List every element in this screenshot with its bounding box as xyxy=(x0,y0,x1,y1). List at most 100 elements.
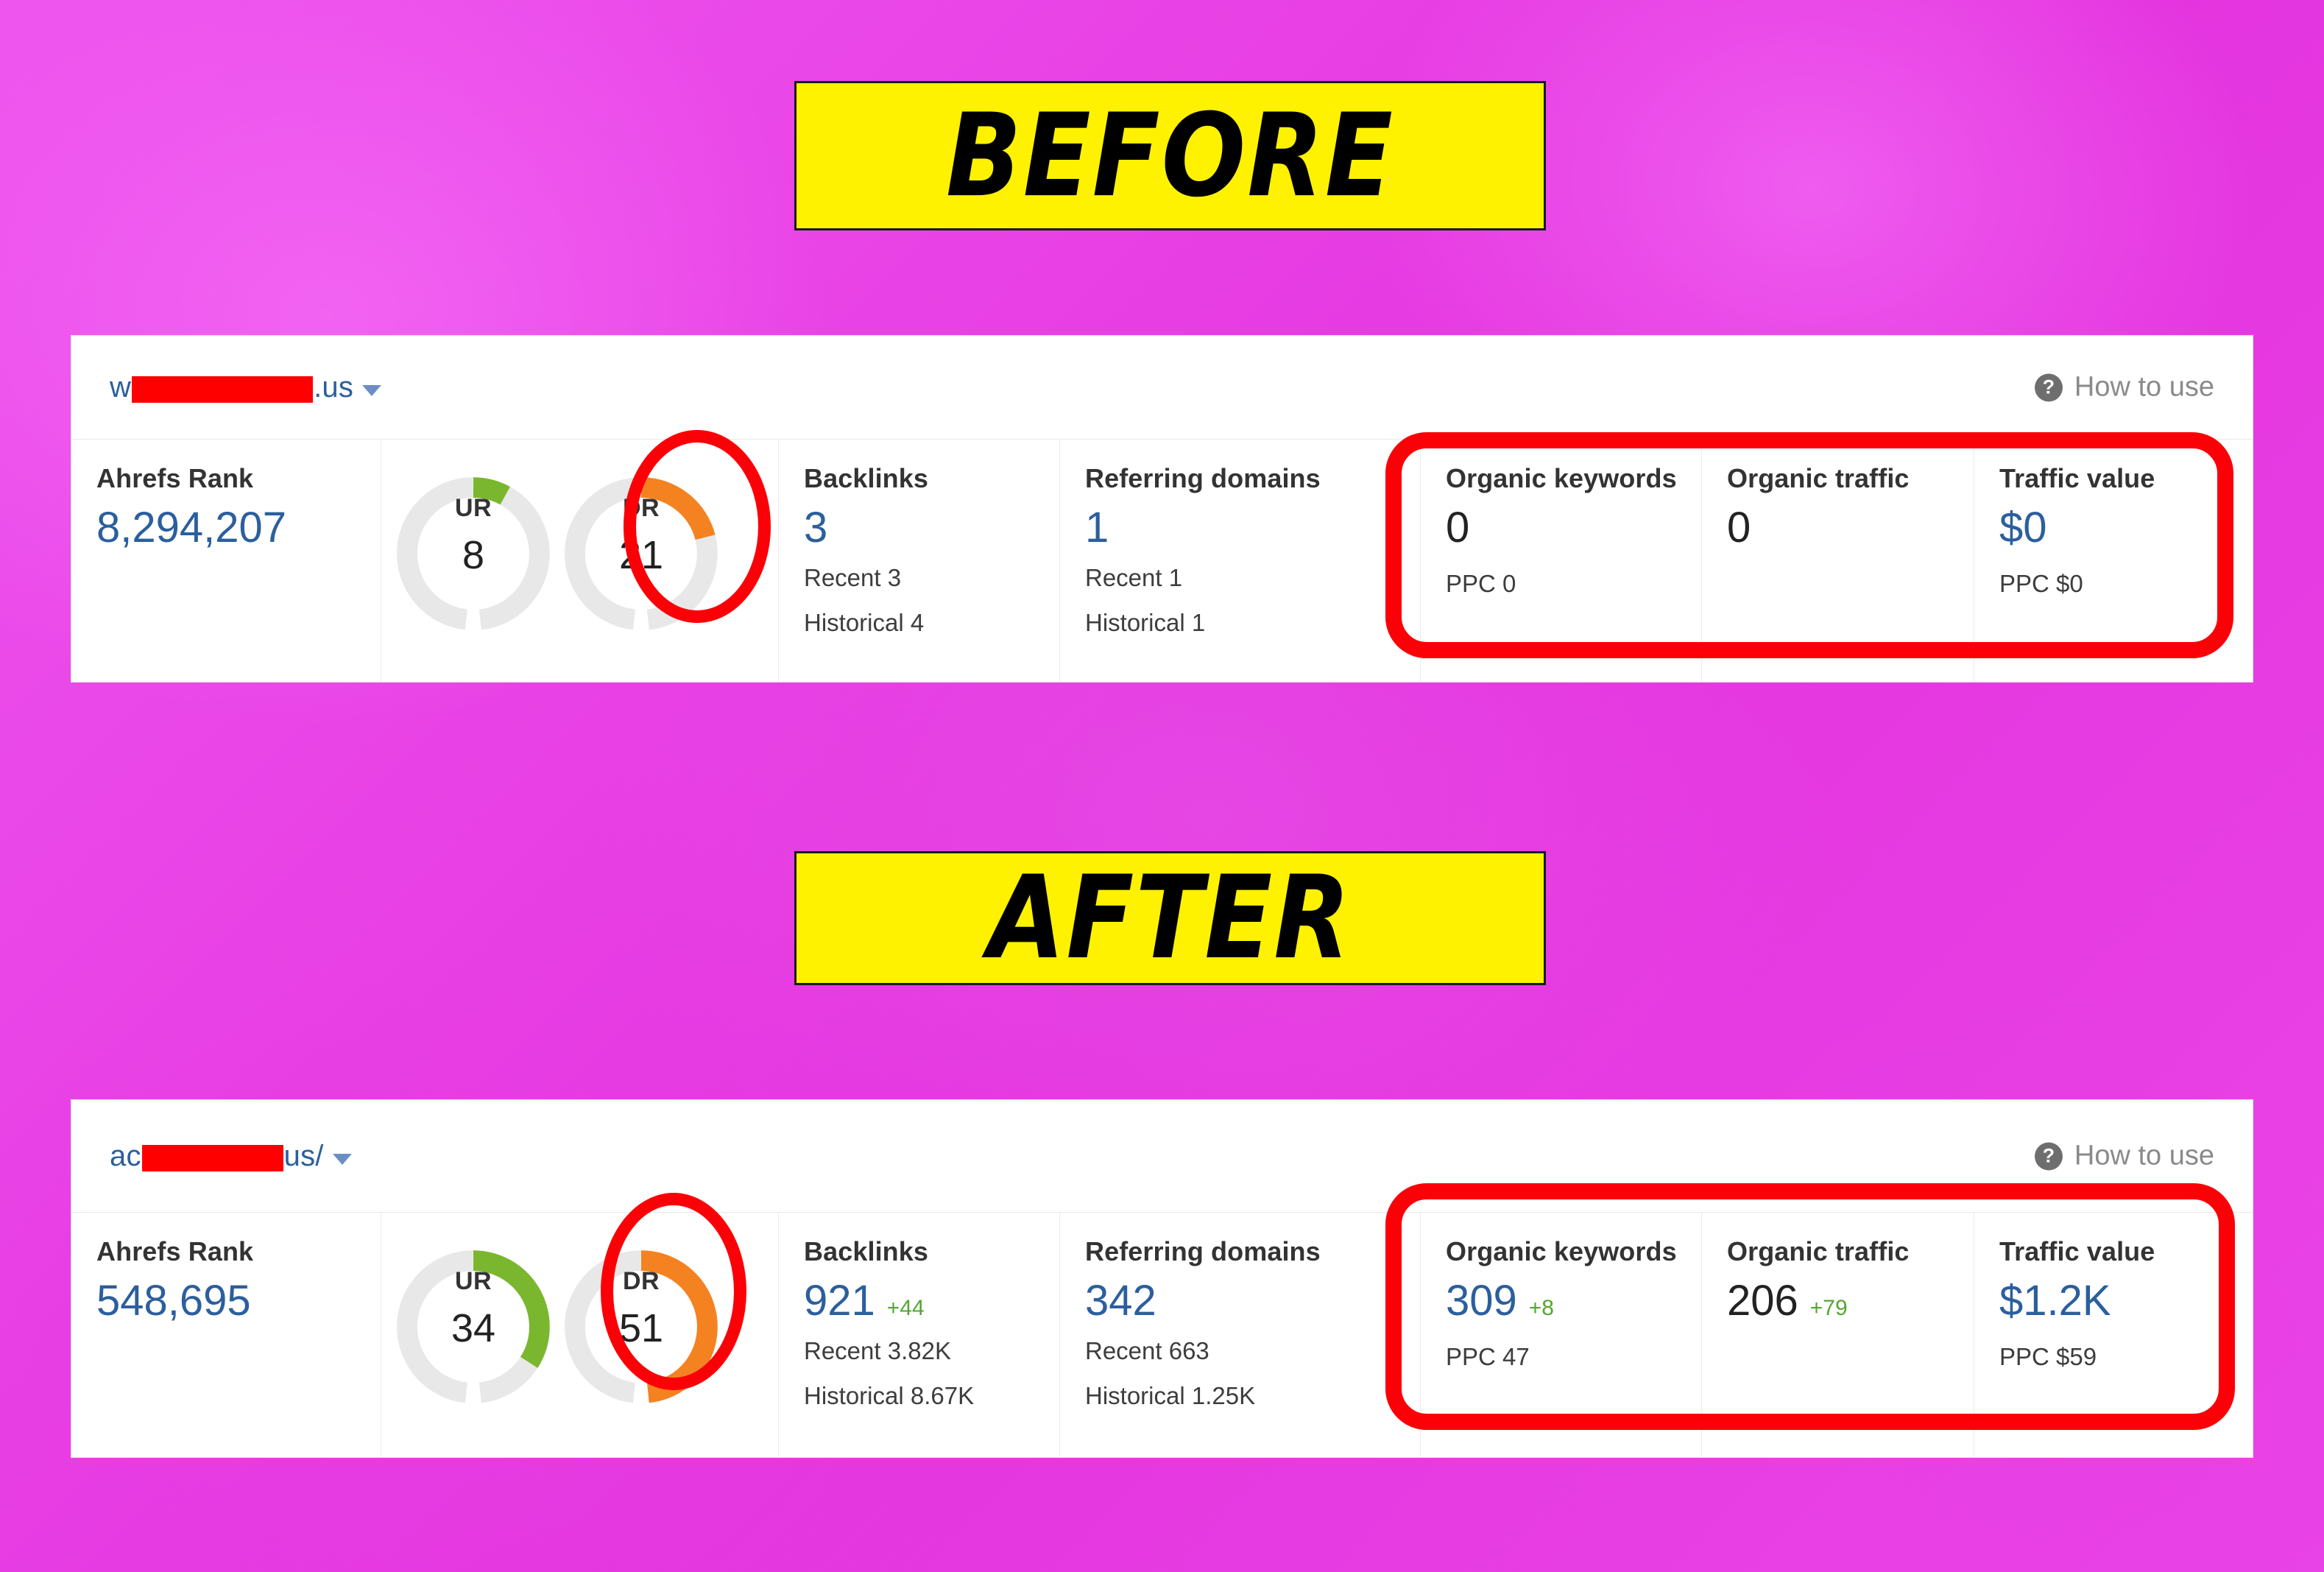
ur-value: 34 xyxy=(451,1306,496,1350)
metric-value-row: 1 xyxy=(1085,504,1420,551)
metric-value: 548,695 xyxy=(96,1277,251,1325)
metric-label: Organic keywords xyxy=(1446,463,1677,493)
before-banner-label: BEFORE xyxy=(946,88,1394,223)
metric-label: Organic traffic xyxy=(1727,463,1910,493)
metric-label: Organic traffic xyxy=(1727,1236,1910,1266)
metric-ppc: PPC $59 xyxy=(1999,1342,2097,1370)
how-to-use-link-before[interactable]: ? How to use xyxy=(2034,371,2214,403)
metric-label: Organic keywords xyxy=(1446,1236,1677,1266)
metric-value-row: 921 +44 xyxy=(804,1277,1059,1325)
metric-value-row: $0 xyxy=(1999,504,2252,551)
domain-suffix: us/ xyxy=(283,1139,324,1172)
metric-traffic-value-before: Traffic value $0 PPC $0 xyxy=(1974,440,2252,682)
metric-ahrefs-rank-before: Ahrefs Rank 8,294,207 xyxy=(71,440,381,682)
after-banner-label: AFTER xyxy=(988,851,1352,985)
metric-recent: Recent 1 xyxy=(1085,563,1183,591)
ur-label: UR xyxy=(454,494,492,522)
dr-label: DR xyxy=(622,1267,660,1295)
domain-suffix: .us xyxy=(314,370,354,403)
metric-historical: Historical 4 xyxy=(804,608,925,636)
metric-label: Backlinks xyxy=(804,1236,928,1266)
ur-label: UR xyxy=(454,1267,492,1295)
chevron-down-icon[interactable] xyxy=(362,384,382,396)
metric-value-row: $1.2K xyxy=(1999,1277,2252,1325)
card-header-after: ac us/ ? How to use xyxy=(71,1100,2253,1212)
metric-label: Ahrefs Rank xyxy=(96,463,254,493)
how-to-use-label: How to use xyxy=(2074,371,2214,403)
dr-label: DR xyxy=(622,494,660,522)
metric-value: 206 xyxy=(1727,1277,1798,1325)
question-mark-icon: ? xyxy=(2034,1142,2063,1170)
metric-recent: Recent 3 xyxy=(804,563,902,591)
metric-value-row: 309 +8 xyxy=(1446,1277,1701,1325)
ur-gauge-after: UR 34 xyxy=(395,1248,552,1406)
ahrefs-overview-card-before: w .us ? How to use Ahrefs Rank 8,294,207 xyxy=(71,335,2253,683)
before-banner: BEFORE xyxy=(794,81,1546,230)
gauge-group: UR 8 DR 21 xyxy=(381,463,778,632)
metric-value: 3 xyxy=(804,504,828,551)
metric-value: 309 xyxy=(1446,1277,1517,1325)
metric-label: Ahrefs Rank xyxy=(96,1236,254,1266)
dr-value: 51 xyxy=(618,1306,664,1350)
domain-selector-before[interactable]: w .us xyxy=(110,370,382,404)
metric-organic-keywords-after: Organic keywords 309 +8 PPC 47 xyxy=(1420,1213,1701,1458)
metric-delta: +79 xyxy=(1809,1296,1848,1320)
domain-prefix: w xyxy=(110,370,132,403)
metric-value: $0 xyxy=(1999,504,2047,551)
metric-value: 342 xyxy=(1085,1277,1156,1325)
metric-ppc: PPC 47 xyxy=(1446,1342,1530,1370)
comparison-stage: BEFORE w .us ? How to use Ahrefs Rank 8,… xyxy=(0,0,2324,1572)
metric-label: Backlinks xyxy=(804,463,928,493)
metric-referring-domains-before: Referring domains 1 Recent 1 Historical … xyxy=(1059,440,1420,682)
dr-gauge-before: DR 21 xyxy=(562,475,720,632)
metric-value: 1 xyxy=(1085,504,1109,551)
dr-value: 21 xyxy=(618,533,664,577)
metric-label: Traffic value xyxy=(1999,463,2155,493)
metric-value-row: 206 +79 xyxy=(1727,1277,1974,1325)
question-mark-icon: ? xyxy=(2034,373,2063,401)
metric-label: Traffic value xyxy=(1999,1236,2155,1266)
metric-value-row: 342 xyxy=(1085,1277,1420,1325)
metric-historical: Historical 8.67K xyxy=(804,1381,975,1409)
metric-backlinks-after: Backlinks 921 +44 Recent 3.82K Historica… xyxy=(778,1213,1059,1458)
metric-ppc: PPC $0 xyxy=(1999,569,2083,597)
redaction-bar xyxy=(132,376,314,403)
metric-value: 0 xyxy=(1446,504,1470,551)
ur-gauge-before: UR 8 xyxy=(395,475,552,632)
metric-traffic-value-after: Traffic value $1.2K PPC $59 xyxy=(1974,1213,2252,1458)
after-banner: AFTER xyxy=(794,851,1546,985)
chevron-down-icon[interactable] xyxy=(332,1153,352,1165)
how-to-use-link-after[interactable]: ? How to use xyxy=(2034,1140,2214,1172)
metric-backlinks-before: Backlinks 3 Recent 3 Historical 4 xyxy=(778,440,1059,682)
metric-recent: Recent 663 xyxy=(1085,1336,1209,1364)
metric-label: Referring domains xyxy=(1085,1236,1321,1266)
metric-value: $1.2K xyxy=(1999,1277,2111,1325)
gauge-group: UR 34 DR 51 xyxy=(381,1236,778,1406)
metric-ur-dr-before: UR 8 DR 21 xyxy=(381,440,778,682)
ahrefs-overview-card-after: ac us/ ? How to use Ahrefs Rank 548,695 xyxy=(71,1099,2253,1458)
metric-value-row: 3 xyxy=(804,504,1059,551)
metrics-row-after: Ahrefs Rank 548,695 UR 34 DR 51 Backlink… xyxy=(71,1212,2253,1458)
metric-value-row: 0 xyxy=(1446,504,1701,551)
metric-organic-traffic-before: Organic traffic 0 xyxy=(1701,440,1974,682)
metric-value: 8,294,207 xyxy=(96,504,287,551)
domain-selector-after[interactable]: ac us/ xyxy=(110,1140,352,1173)
ur-value: 8 xyxy=(462,533,485,577)
metric-historical: Historical 1.25K xyxy=(1085,1381,1256,1409)
metric-ahrefs-rank-after: Ahrefs Rank 548,695 xyxy=(71,1213,381,1458)
metric-recent: Recent 3.82K xyxy=(804,1336,951,1364)
domain-prefix: ac xyxy=(110,1139,141,1172)
metric-delta: +44 xyxy=(886,1296,925,1320)
metric-referring-domains-after: Referring domains 342 Recent 663 Histori… xyxy=(1059,1213,1420,1458)
metric-ur-dr-after: UR 34 DR 51 xyxy=(381,1213,778,1458)
metric-organic-keywords-before: Organic keywords 0 PPC 0 xyxy=(1420,440,1701,682)
metric-value: 0 xyxy=(1727,504,1751,551)
metric-organic-traffic-after: Organic traffic 206 +79 xyxy=(1701,1213,1974,1458)
metrics-row-before: Ahrefs Rank 8,294,207 UR 8 DR 21 Backlin… xyxy=(71,439,2253,682)
how-to-use-label: How to use xyxy=(2074,1140,2214,1171)
dr-gauge-after: DR 51 xyxy=(562,1248,720,1406)
metric-value: 921 xyxy=(804,1277,875,1325)
metric-value-row: 0 xyxy=(1727,504,1974,551)
metric-historical: Historical 1 xyxy=(1085,608,1206,636)
redaction-bar xyxy=(141,1145,283,1171)
